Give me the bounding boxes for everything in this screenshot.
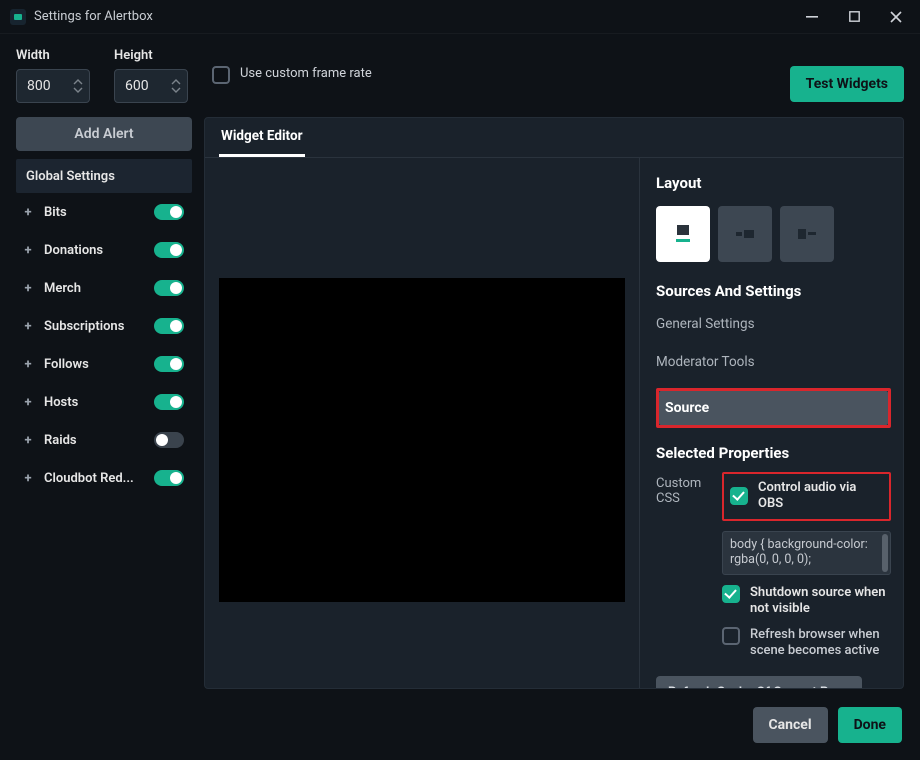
window-title: Settings for Alertbox	[34, 9, 153, 24]
sources-heading: Sources And Settings	[656, 282, 891, 300]
custom-css-label: Custom CSS	[656, 472, 712, 506]
custom-frame-rate-label: Use custom frame rate	[240, 66, 372, 83]
layout-heading: Layout	[656, 174, 891, 192]
expand-icon[interactable]: +	[22, 319, 34, 334]
sidebar-item-label: Hosts	[44, 395, 144, 410]
preview-area	[205, 158, 639, 689]
expand-icon[interactable]: +	[22, 281, 34, 296]
expand-icon[interactable]: +	[22, 433, 34, 448]
refresh-cache-button[interactable]: Refresh Cache Of Current Page	[656, 676, 862, 690]
sidebar-item-toggle[interactable]	[154, 204, 184, 220]
sidebar-item-bits[interactable]: + Bits	[16, 193, 192, 231]
sidebar-item-hosts[interactable]: + Hosts	[16, 383, 192, 421]
width-input[interactable]: 800	[16, 69, 90, 103]
tab-widget-editor[interactable]: Widget Editor	[219, 118, 305, 157]
width-value: 800	[27, 78, 51, 94]
global-settings-header[interactable]: Global Settings	[16, 159, 192, 193]
custom-frame-rate-checkbox[interactable]	[212, 66, 230, 84]
selected-properties-heading: Selected Properties	[656, 444, 891, 462]
shutdown-source-checkbox[interactable]	[722, 585, 740, 603]
sidebar-item-toggle[interactable]	[154, 242, 184, 258]
test-widgets-button[interactable]: Test Widgets	[790, 66, 904, 102]
sidebar-item-label: Subscriptions	[44, 319, 144, 334]
sidebar-item-donations[interactable]: + Donations	[16, 231, 192, 269]
custom-css-textarea[interactable]: body { background-color: rgba(0, 0, 0, 0…	[722, 531, 891, 575]
layout-option-centered[interactable]	[718, 206, 772, 262]
sidebar-item-label: Raids	[44, 433, 144, 448]
control-audio-label: Control audio via OBS	[758, 480, 883, 513]
height-stepper[interactable]	[171, 72, 183, 100]
refresh-browser-checkbox[interactable]	[722, 627, 740, 645]
sidebar-item-follows[interactable]: + Follows	[16, 345, 192, 383]
layout-option-side[interactable]	[780, 206, 834, 262]
sidebar-item-toggle[interactable]	[154, 470, 184, 486]
expand-icon[interactable]: +	[22, 357, 34, 372]
cancel-button[interactable]: Cancel	[753, 707, 828, 743]
expand-icon[interactable]: +	[22, 205, 34, 220]
width-stepper[interactable]	[73, 72, 85, 100]
sidebar-item-label: Donations	[44, 243, 144, 258]
expand-icon[interactable]: +	[22, 471, 34, 486]
title-bar: Settings for Alertbox	[0, 0, 920, 34]
width-label: Width	[16, 48, 90, 63]
expand-icon[interactable]: +	[22, 243, 34, 258]
sidebar-item-raids[interactable]: + Raids	[16, 421, 192, 459]
sidebar-item-label: Cloudbot Red...	[44, 471, 144, 486]
control-audio-checkbox[interactable]	[730, 487, 748, 505]
source-highlight: Source	[640, 388, 903, 428]
sidebar-item-toggle[interactable]	[154, 318, 184, 334]
control-audio-highlight: Control audio via OBS	[722, 472, 891, 521]
add-alert-button[interactable]: Add Alert	[16, 117, 192, 151]
sidebar-item-toggle[interactable]	[154, 394, 184, 410]
sidebar-item-cloudbot-red-[interactable]: + Cloudbot Red...	[16, 459, 192, 497]
sidebar-item-merch[interactable]: + Merch	[16, 269, 192, 307]
window-minimize-button[interactable]	[798, 3, 826, 31]
window-close-button[interactable]	[882, 3, 910, 31]
shutdown-source-label: Shutdown source when not visible	[750, 585, 891, 618]
sidebar-item-toggle[interactable]	[154, 356, 184, 372]
layout-option-stacked[interactable]	[656, 206, 710, 262]
preview-canvas	[219, 278, 625, 602]
sidebar-item-toggle[interactable]	[154, 280, 184, 296]
sidebar: Add Alert Global Settings + Bits + Donation…	[16, 117, 192, 689]
footer: Cancel Done	[0, 690, 920, 760]
height-label: Height	[114, 48, 188, 63]
sidebar-item-label: Bits	[44, 205, 144, 220]
custom-css-value: body { background-color: rgba(0, 0, 0, 0…	[730, 537, 868, 568]
link-source[interactable]: Source	[659, 391, 888, 425]
done-button[interactable]: Done	[838, 707, 902, 743]
window-maximize-button[interactable]	[840, 3, 868, 31]
height-value: 600	[125, 78, 149, 94]
height-input[interactable]: 600	[114, 69, 188, 103]
app-icon	[10, 9, 26, 25]
refresh-browser-label: Refresh browser when scene becomes activ…	[750, 627, 891, 660]
editor-panel: Widget Editor Layout	[204, 117, 904, 689]
link-general-settings[interactable]: General Settings	[656, 310, 891, 338]
properties-panel: Layout Sources And Settings Genera	[639, 158, 903, 689]
link-moderator-tools[interactable]: Moderator Tools	[656, 348, 891, 376]
sidebar-item-label: Merch	[44, 281, 144, 296]
sidebar-item-subscriptions[interactable]: + Subscriptions	[16, 307, 192, 345]
sidebar-item-toggle[interactable]	[154, 432, 184, 448]
sidebar-item-label: Follows	[44, 357, 144, 372]
expand-icon[interactable]: +	[22, 395, 34, 410]
